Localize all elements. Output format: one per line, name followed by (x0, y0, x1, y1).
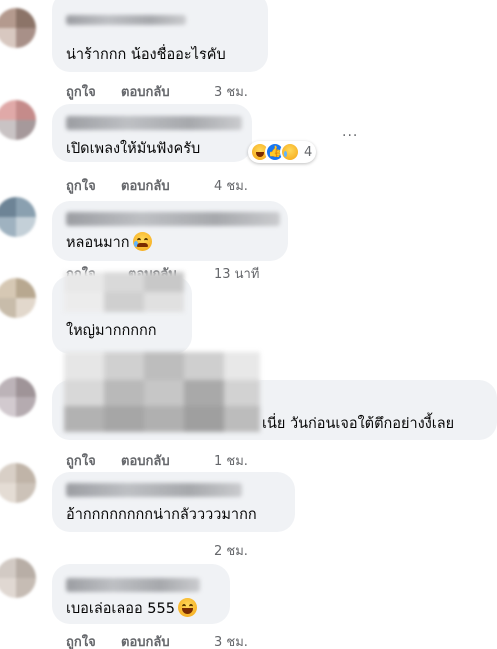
reaction-summary[interactable]: 👍 4 (248, 141, 317, 163)
avatar[interactable] (0, 100, 36, 140)
like-button[interactable]: ถูกใจ (66, 175, 96, 196)
avatar[interactable] (0, 278, 36, 318)
laughing-face-icon (177, 598, 197, 617)
comment-text: เปิดเพลงให้มันฟังครับ (66, 141, 201, 157)
reply-button[interactable]: ตอบกลับ (121, 631, 170, 649)
reply-button[interactable]: ตอบกลับ (121, 175, 170, 196)
comment-timestamp[interactable]: 13 นาที (214, 263, 259, 284)
reply-button[interactable]: ตอบกลับ (121, 450, 170, 471)
blurred-content (64, 272, 184, 312)
like-button[interactable]: ถูกใจ (66, 450, 96, 471)
avatar[interactable] (0, 8, 36, 48)
blurred-content (64, 352, 260, 432)
ellipsis-icon[interactable]: ··· (342, 128, 358, 144)
commenter-name[interactable] (66, 15, 186, 25)
commenter-name[interactable] (66, 578, 200, 592)
comment-text: หลอนมาก (66, 232, 152, 252)
comment-text: อ้ากกกกกกกกน่ากลัววววมากก (66, 507, 257, 523)
crying-face-icon (132, 232, 152, 251)
comment-timestamp[interactable]: 3 ชม. (214, 81, 248, 102)
avatar[interactable] (0, 197, 36, 237)
like-button[interactable]: ถูกใจ (66, 631, 96, 649)
comment-timestamp[interactable]: 4 ชม. (214, 175, 248, 196)
comment-timestamp[interactable]: 3 ชม. (214, 631, 248, 649)
comment-bubble (52, 201, 288, 261)
sad-icon (280, 142, 300, 162)
reaction-count: 4 (304, 144, 313, 160)
comment-text: ใหญ่มากกกกก (66, 323, 157, 339)
like-button[interactable]: ถูกใจ (66, 81, 96, 102)
avatar[interactable] (0, 377, 36, 417)
comment-timestamp[interactable]: 2 ชม. (214, 540, 248, 561)
commenter-name[interactable] (66, 483, 242, 497)
avatar[interactable] (0, 558, 36, 598)
reply-button[interactable]: ตอบกลับ (121, 81, 170, 102)
comment-text: น่าร้ากกก น้องชื่ออะไรคับ (66, 47, 226, 63)
commenter-name[interactable] (66, 116, 242, 130)
comment-text: เบอเล่อเลออ 555 (66, 598, 197, 618)
avatar[interactable] (0, 463, 36, 503)
commenter-name[interactable] (66, 212, 280, 226)
comment-text: เนี่ย วันก่อนเจอใต้ตึกอย่างงี้เลย (262, 416, 455, 432)
comment-timestamp[interactable]: 1 ชม. (214, 450, 248, 471)
